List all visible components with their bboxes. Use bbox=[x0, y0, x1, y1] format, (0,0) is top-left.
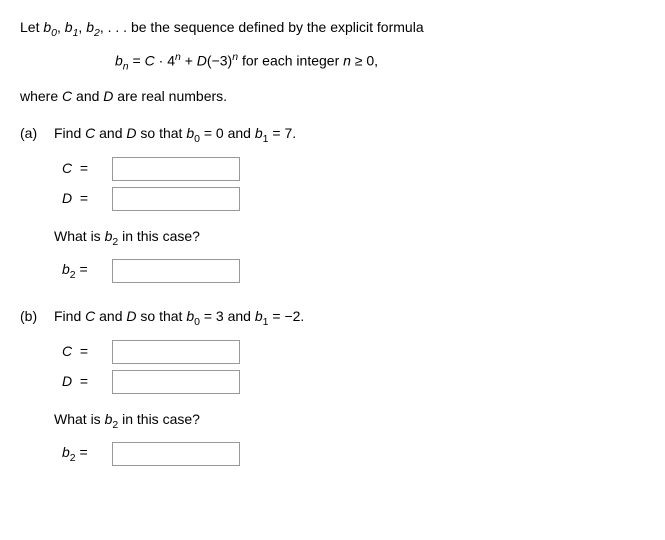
intro-rest: be the sequence defined by the explicit … bbox=[127, 19, 424, 35]
part-b-d-label: D = bbox=[54, 372, 112, 392]
part-a-subquestion: What is b2 in this case? bbox=[54, 227, 645, 249]
intro-prefix: Let bbox=[20, 19, 43, 35]
part-a-label: (a) bbox=[20, 124, 54, 289]
part-b-b2-label: b2 = bbox=[54, 443, 112, 465]
part-b-subquestion: What is b2 in this case? bbox=[54, 410, 645, 432]
part-b: (b) Find C and D so that b0 = 3 and b1 =… bbox=[20, 307, 645, 472]
part-b-label: (b) bbox=[20, 307, 54, 472]
part-b-b2-input[interactable] bbox=[112, 442, 240, 466]
part-a-b2-input[interactable] bbox=[112, 259, 240, 283]
part-b-d-input[interactable] bbox=[112, 370, 240, 394]
intro-text: Let b0, b1, b2, . . . be the sequence de… bbox=[20, 18, 645, 40]
part-a: (a) Find C and D so that b0 = 0 and b1 =… bbox=[20, 124, 645, 289]
part-a-question: Find C and D so that b0 = 0 and b1 = 7. bbox=[54, 124, 645, 146]
explicit-formula: bn = C · 4n + D(−3)n for each integer n … bbox=[115, 50, 645, 74]
part-b-c-label: C = bbox=[54, 342, 112, 362]
seq-b2: b2 bbox=[86, 19, 100, 35]
part-a-d-input[interactable] bbox=[112, 187, 240, 211]
part-a-c-input[interactable] bbox=[112, 157, 240, 181]
seq-b1: b1 bbox=[65, 19, 79, 35]
where-text: where C and D are real numbers. bbox=[20, 87, 645, 107]
part-b-question: Find C and D so that b0 = 3 and b1 = −2. bbox=[54, 307, 645, 329]
seq-b0: b0 bbox=[43, 19, 57, 35]
part-b-c-input[interactable] bbox=[112, 340, 240, 364]
part-a-c-label: C = bbox=[54, 159, 112, 179]
part-a-d-label: D = bbox=[54, 189, 112, 209]
part-a-b2-label: b2 = bbox=[54, 260, 112, 282]
